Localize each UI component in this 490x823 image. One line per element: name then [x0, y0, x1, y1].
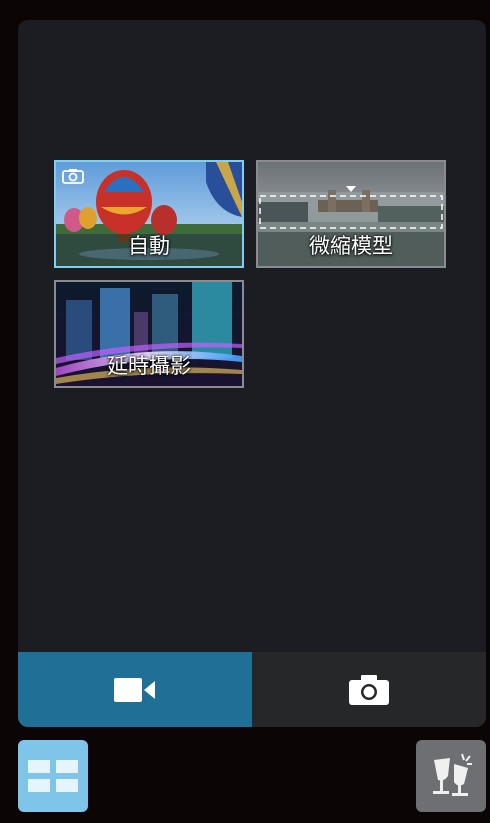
camera-badge-icon — [62, 169, 84, 184]
effects-button[interactable] — [416, 740, 486, 812]
mode-tile-timelapse[interactable]: 延時攝影 — [54, 280, 244, 388]
mode-label-timelapse: 延時攝影 — [107, 354, 191, 378]
effects-icon — [433, 753, 472, 796]
video-camera-icon — [114, 677, 155, 702]
mode-grid-button[interactable] — [18, 740, 88, 812]
mode-panel: 自動 微縮模型 延時攝影 — [18, 20, 486, 727]
grid-icon — [28, 760, 78, 792]
mode-label-miniature: 微縮模型 — [309, 234, 393, 258]
video-mode-button[interactable] — [18, 652, 252, 727]
mode-tile-auto[interactable]: 自動 — [54, 160, 244, 268]
camera-icon — [349, 674, 389, 705]
mode-tile-miniature[interactable]: 微縮模型 — [256, 160, 446, 268]
capture-mode-bar — [18, 652, 486, 727]
photo-mode-button[interactable] — [252, 652, 486, 727]
mode-label-auto: 自動 — [128, 234, 170, 258]
